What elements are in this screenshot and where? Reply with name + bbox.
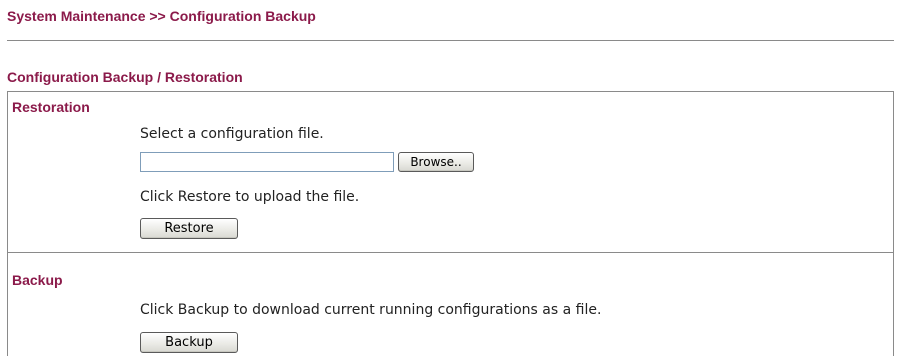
restore-hint: Click Restore to upload the file.: [140, 189, 360, 205]
browse-button[interactable]: Browse..: [398, 152, 474, 172]
backup-restoration-panel: Restoration Select a configuration file.…: [7, 91, 894, 356]
page-title: System Maintenance >> Configuration Back…: [7, 8, 316, 24]
backup-heading: Backup: [12, 272, 63, 288]
restoration-heading: Restoration: [12, 99, 90, 115]
restore-button[interactable]: Restore: [140, 218, 238, 239]
section-divider: [8, 252, 893, 253]
section-title: Configuration Backup / Restoration: [7, 69, 243, 85]
select-file-prompt: Select a configuration file.: [140, 126, 324, 142]
backup-button[interactable]: Backup: [140, 332, 238, 353]
title-divider: [7, 40, 894, 41]
config-file-input[interactable]: [140, 152, 394, 172]
backup-hint: Click Backup to download current running…: [140, 302, 602, 318]
